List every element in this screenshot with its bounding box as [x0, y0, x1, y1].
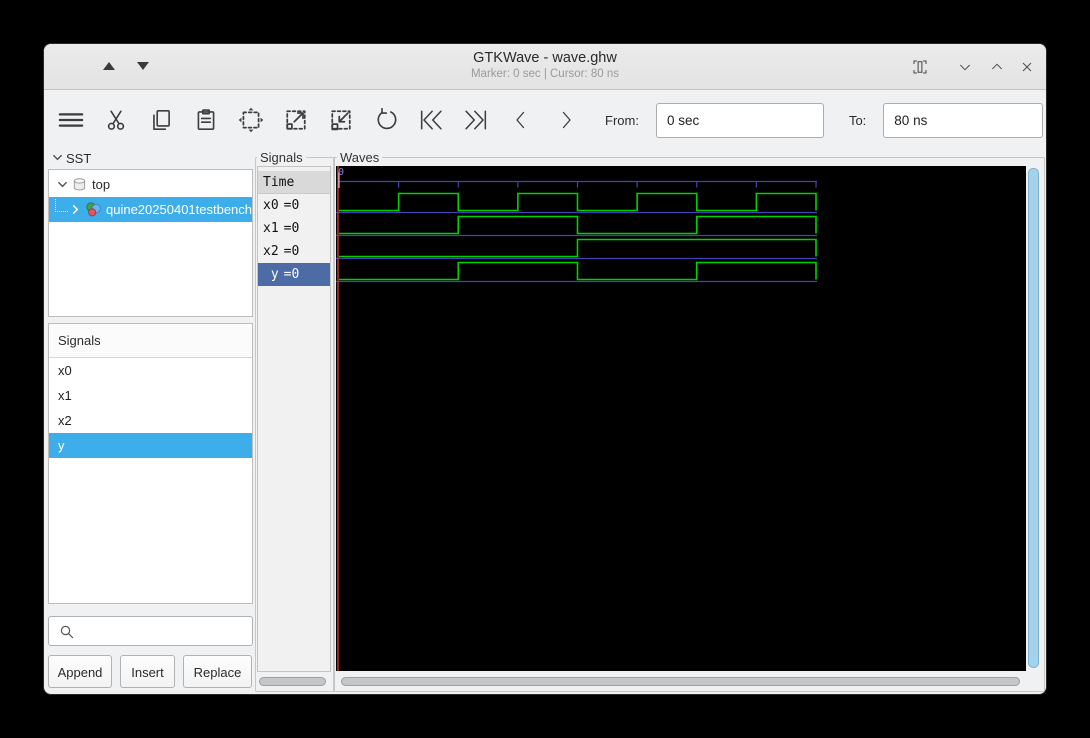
- waves-hscrollbar[interactable]: [341, 677, 1020, 686]
- signal-item-y[interactable]: y: [49, 433, 252, 458]
- tree-item-top[interactable]: top: [49, 172, 252, 197]
- from-input[interactable]: [656, 103, 824, 138]
- cylinder-icon: [72, 177, 87, 193]
- keep-above-icon[interactable]: [910, 57, 930, 77]
- tree-guide: [55, 199, 68, 212]
- go-end-icon[interactable]: [462, 106, 490, 134]
- signals-frame-label: Signals: [257, 150, 306, 165]
- next-edge-icon[interactable]: [552, 106, 580, 134]
- to-input[interactable]: [883, 103, 1043, 138]
- zoom-fit-icon[interactable]: [237, 106, 265, 134]
- signal-item-x0[interactable]: x0: [49, 358, 252, 383]
- go-start-icon[interactable]: [417, 106, 445, 134]
- to-label: To:: [849, 113, 866, 128]
- tree-item-testbench[interactable]: quine20250401testbench: [49, 197, 252, 222]
- maximize-icon[interactable]: [987, 57, 1007, 77]
- zoom-out-icon[interactable]: [282, 106, 310, 134]
- tree-item-label: quine20250401testbench: [106, 202, 252, 217]
- waveform-canvas[interactable]: [336, 166, 1026, 671]
- append-button[interactable]: Append: [48, 655, 112, 688]
- paste-icon[interactable]: [192, 106, 220, 134]
- search-icon: [58, 623, 76, 641]
- zoom-in-icon[interactable]: [327, 106, 355, 134]
- from-label: From:: [605, 113, 639, 128]
- wave-name-row-x2[interactable]: x2=0: [258, 240, 330, 263]
- window-title: GTKWave - wave.ghw: [44, 49, 1046, 67]
- waves-vscrollbar[interactable]: [1028, 168, 1039, 668]
- chevron-down-icon[interactable]: [57, 179, 68, 190]
- copy-icon[interactable]: [147, 106, 175, 134]
- timeline-origin-label: 0: [338, 167, 344, 178]
- wave-name-row-x1[interactable]: x1=0: [258, 217, 330, 240]
- tree-item-label: top: [92, 177, 110, 192]
- signal-item-x1[interactable]: x1: [49, 383, 252, 408]
- signal-list-header: Signals: [49, 324, 252, 358]
- name-column-hscrollbar[interactable]: [259, 677, 326, 686]
- close-icon[interactable]: [1017, 57, 1037, 77]
- marker-cursor-status: Marker: 0 sec | Cursor: 80 ns: [44, 67, 1046, 82]
- waves-frame-label: Waves: [337, 150, 382, 165]
- sst-tree: top quine20250401testbench: [48, 169, 253, 317]
- insert-button[interactable]: Insert: [120, 655, 175, 688]
- signal-list: Signals x0 x1 x2 y: [48, 323, 253, 604]
- titlebar[interactable]: GTKWave - wave.ghw Marker: 0 sec | Curso…: [44, 44, 1046, 90]
- minimize-icon[interactable]: [955, 57, 975, 77]
- gtkwave-window: GTKWave - wave.ghw Marker: 0 sec | Curso…: [44, 44, 1046, 694]
- menu-icon[interactable]: [57, 106, 85, 134]
- wave-name-row-x0[interactable]: x0=0: [258, 194, 330, 217]
- waveform-svg: [336, 166, 1026, 671]
- time-header[interactable]: Time: [258, 171, 330, 194]
- replace-button[interactable]: Replace: [183, 655, 252, 688]
- wave-name-row-y[interactable]: y=0: [258, 263, 330, 286]
- sst-label: SST: [66, 151, 91, 166]
- sst-expander[interactable]: SST: [52, 151, 91, 166]
- chevron-right-icon[interactable]: [70, 204, 81, 215]
- signal-item-x2[interactable]: x2: [49, 408, 252, 433]
- prev-edge-icon[interactable]: [507, 106, 535, 134]
- cut-icon[interactable]: [102, 106, 130, 134]
- chevron-down-icon: [52, 151, 63, 166]
- module-icon: [85, 201, 102, 218]
- undo-icon[interactable]: [372, 106, 400, 134]
- search-input[interactable]: [79, 618, 251, 646]
- signal-search: [48, 616, 253, 646]
- wave-name-column: Time x0=0 x1=0 x2=0 y=0: [257, 166, 331, 672]
- toolbar: From: To:: [44, 90, 1046, 150]
